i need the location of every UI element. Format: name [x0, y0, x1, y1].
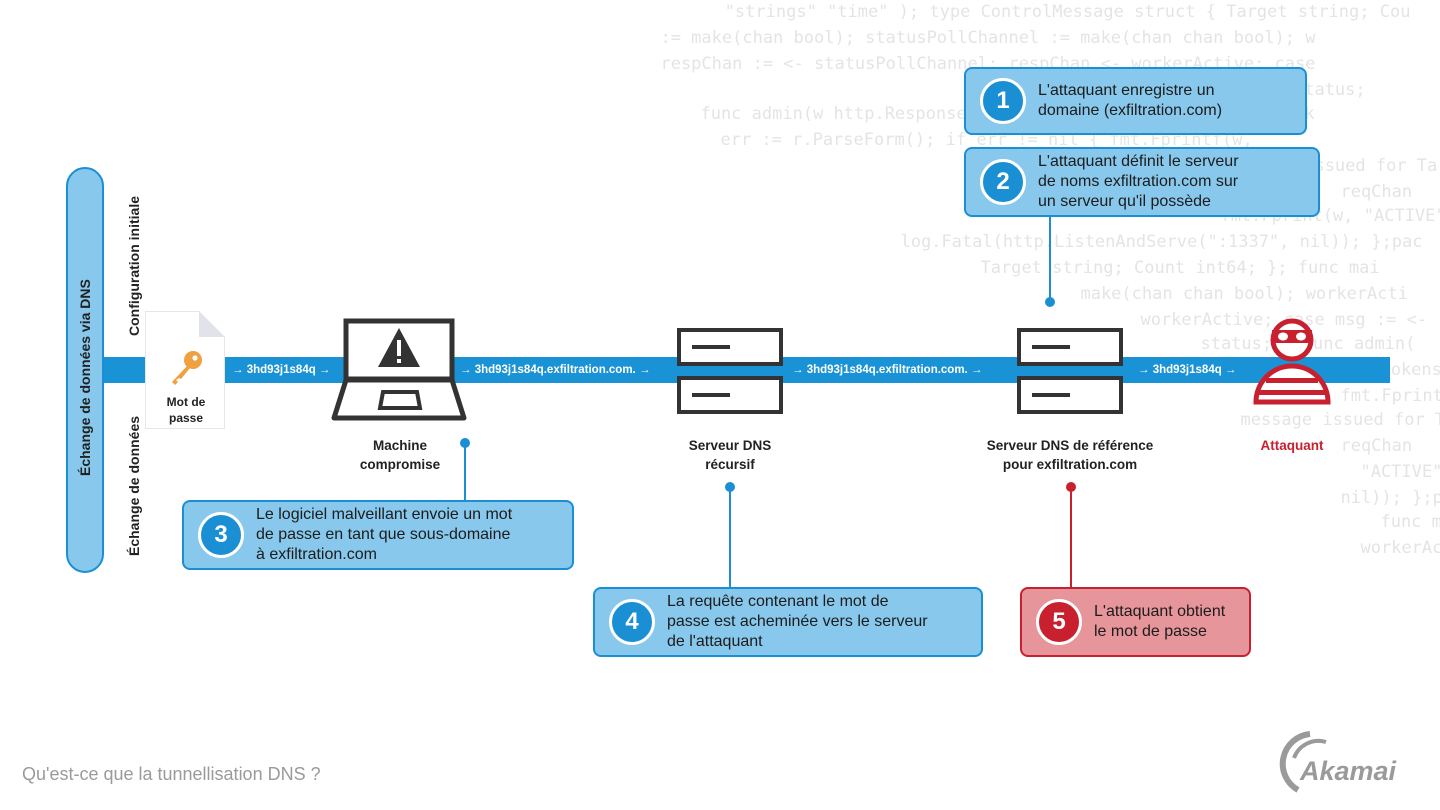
flow-label: → 3hd93j1s84q.exfiltration.com. →: [792, 364, 983, 376]
connector-dot: [1066, 482, 1076, 492]
code-line: Target string; Count int64; }; func mai: [960, 258, 1380, 278]
authoritative-dns-server-icon: [1017, 328, 1123, 414]
step-number-badge: 3: [198, 512, 244, 558]
code-line: fmt.Fprintf(w,: [1340, 386, 1440, 406]
connector-dot: [1045, 297, 1055, 307]
step-number-badge: 2: [980, 159, 1026, 205]
page-fold: [199, 311, 225, 337]
node-label-compromised: Machine compromise: [359, 438, 441, 472]
password-document: Mot de passe: [145, 311, 225, 429]
node-label-authoritative: Serveur DNS de référence pour exfiltrati…: [986, 438, 1154, 472]
step-callout-1: 1 L'attaquant enregistre un domaine (exf…: [964, 67, 1307, 135]
flow-label: → 3hd93j1s84q →: [1138, 364, 1237, 376]
code-line: nil)); };pac: [1340, 488, 1440, 508]
recursive-dns-server-icon: [677, 328, 783, 414]
step-number-badge: 4: [609, 599, 655, 645]
code-line: workerActi: [1360, 538, 1440, 558]
step-callout-5: 5 L'attaquant obtient le mot de passe: [1020, 587, 1251, 657]
code-line: "strings" "time" ); type ControlMessage …: [520, 2, 1411, 22]
step-description: La requête contenant le mot de passe est…: [667, 593, 928, 650]
phase-label-setup: Configuration initiale: [126, 196, 142, 336]
step-callout-3: 3 Le logiciel malveillant envoie un mot …: [182, 500, 574, 570]
step-number-badge: 1: [980, 78, 1026, 124]
connector-line: [729, 488, 731, 588]
attacker-icon: [1253, 318, 1331, 405]
key-icon: [172, 351, 202, 385]
connector-dot: [460, 438, 470, 448]
step-callout-4: 4 La requête contenant le mot de passe e…: [593, 587, 983, 657]
code-line: "ACTIVE": [1340, 462, 1440, 482]
node-label-attacker: Attaquant: [1260, 438, 1324, 453]
step-description: L'attaquant enregistre un domaine (exfil…: [1038, 82, 1223, 119]
step-description: L'attaquant obtient le mot de passe: [1094, 603, 1226, 640]
code-line: log.Fatal(http.ListenAndServe(":1337", n…: [880, 232, 1423, 252]
flow-label: → 3hd93j1s84q.exfiltration.com. →: [460, 364, 651, 376]
step-description: L'attaquant définit le serveur de noms e…: [1038, 153, 1239, 210]
connector-line: [1049, 216, 1051, 302]
connector-dot: [725, 482, 735, 492]
code-line: reqChan: [1320, 182, 1413, 202]
step-description: Le logiciel malveillant envoie un mot de…: [256, 506, 513, 563]
flow-label: → 3hd93j1s84q →: [232, 364, 331, 376]
step-callout-2: 2 L'attaquant définit le serveur de noms…: [964, 147, 1320, 217]
footer-title: Qu'est-ce que la tunnellisation DNS ?: [22, 764, 321, 784]
akamai-logo: Akamai: [1270, 730, 1420, 794]
compromised-laptop-icon: [331, 318, 467, 421]
connector-line: [464, 444, 466, 502]
connector-line: [1070, 488, 1072, 588]
section-title: Échange de données via DNS: [77, 279, 93, 476]
code-line: make(chan chan bool); workerActi: [1060, 284, 1408, 304]
code-line: := make(chan bool); statusPollChannel :=…: [640, 28, 1316, 48]
document-label: Mot de passe: [166, 395, 206, 425]
code-line: func ma: [1380, 512, 1440, 532]
phase-label-exchange: Échange de données: [126, 415, 142, 556]
step-number-badge: 5: [1036, 599, 1082, 645]
node-label-recursive: Serveur DNS récursif: [688, 438, 772, 472]
code-line: message issued for Ta: [1220, 410, 1440, 430]
